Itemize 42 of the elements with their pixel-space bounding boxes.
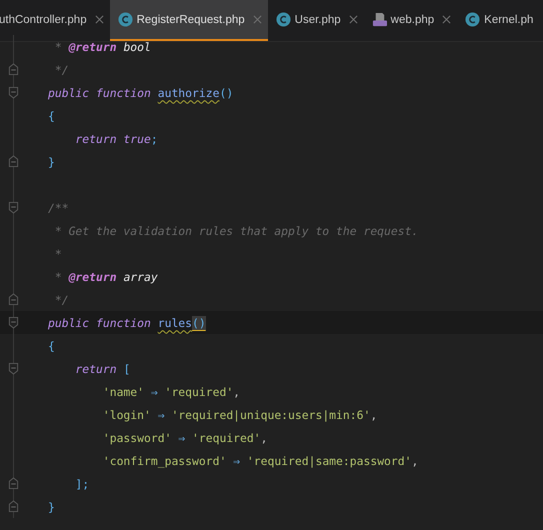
editor-tab[interactable]: uthController.php [0,0,110,41]
code-line: 'login' ⇒ 'required|unique:users|min:6', [102,408,378,422]
class-icon [118,12,133,27]
code-line: */ [54,62,69,76]
fold-marker-icon[interactable] [8,477,19,490]
code-line: return [ [74,362,130,376]
code-line: 'password' ⇒ 'required', [102,430,268,444]
code-line: } [48,500,55,514]
fold-marker-icon[interactable] [8,86,19,99]
editor-tab[interactable]: User.php [268,0,364,41]
code-line: * Get the validation rules that apply to the request. [54,224,418,238]
close-icon[interactable] [348,15,358,24]
code-line: return true; [74,132,158,146]
class-icon [276,12,291,27]
close-icon[interactable] [94,15,104,24]
fold-marker-icon[interactable] [8,155,19,168]
fold-marker-icon[interactable] [8,293,19,306]
editor-tab[interactable]: RegisterRequest.php [110,0,268,41]
code-line: * @return bool [54,40,151,54]
code-line: { [48,338,55,352]
class-icon [465,12,480,27]
fold-marker-icon[interactable] [8,362,19,375]
php-file-icon [372,12,387,27]
fold-marker-icon[interactable] [8,316,19,329]
code-line: * [54,246,62,260]
code-line: { [48,108,55,122]
code-line: * @return array [54,270,158,284]
editor-tab[interactable]: Kernel.ph [457,0,540,41]
code-line: 'name' ⇒ 'required', [102,384,240,398]
fold-marker-icon[interactable] [8,500,19,513]
close-icon[interactable] [442,15,452,24]
close-icon[interactable] [252,15,262,24]
code-line: ]; [74,476,90,490]
code-line: /** [48,200,69,214]
code-line: 'confirm_password' ⇒ 'required|same:password', [102,454,418,468]
code-line: public function rules() [48,316,206,330]
fold-marker-icon[interactable] [8,201,19,214]
code-line: } [48,154,55,168]
editor-tab[interactable]: web.php [364,0,458,41]
code-line: */ [54,292,69,306]
code-line: public function authorize() [48,86,234,100]
fold-marker-icon[interactable] [8,63,19,76]
